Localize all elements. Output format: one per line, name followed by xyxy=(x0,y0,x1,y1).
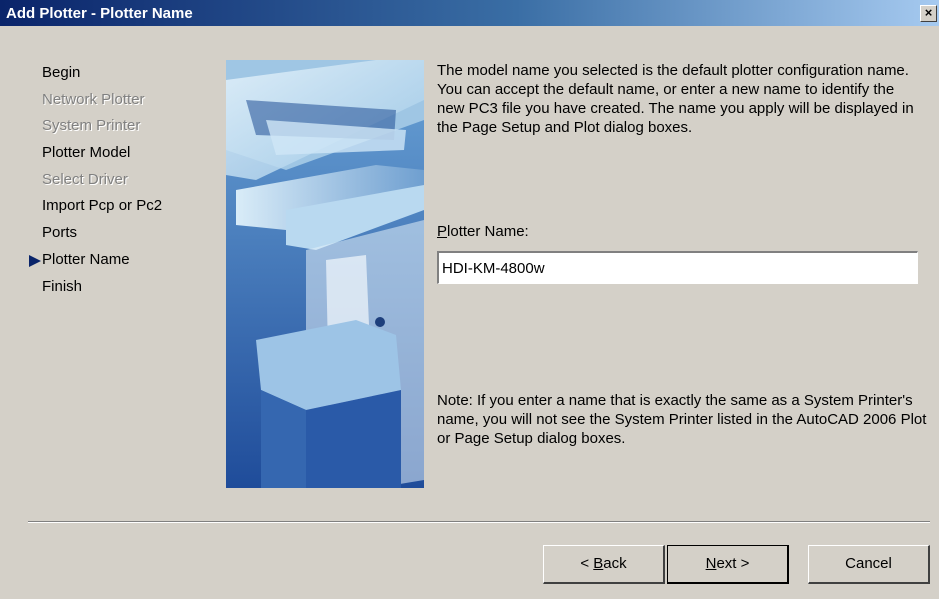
step-label: Plotter Name xyxy=(42,250,130,268)
plotter-illustration xyxy=(226,60,424,488)
back-text: ack xyxy=(603,555,627,572)
step-import-pcp: Import Pcp or Pc2 xyxy=(26,195,162,222)
step-label: Import Pcp or Pc2 xyxy=(42,197,163,215)
step-plotter-model: Plotter Model xyxy=(26,142,162,169)
cancel-button[interactable]: Cancel xyxy=(808,545,930,584)
window-title: Add Plotter - Plotter Name xyxy=(6,5,193,22)
step-label: Ports xyxy=(42,224,78,242)
cancel-text: Cancel xyxy=(845,555,892,572)
step-label: Network Plotter xyxy=(42,90,145,108)
step-begin: Begin xyxy=(26,62,162,89)
step-label: System Printer xyxy=(42,117,141,135)
step-network-plotter: Network Plotter xyxy=(26,89,162,116)
label-text: lotter Name: xyxy=(447,223,529,240)
next-button[interactable]: Next > xyxy=(667,545,789,584)
step-plotter-name-current: Plotter Name xyxy=(26,249,162,276)
label-mnemonic: P xyxy=(437,223,448,240)
description-text: The model name you selected is the defau… xyxy=(437,62,914,136)
step-finish: Finish xyxy=(26,276,162,303)
step-label: Begin xyxy=(42,64,81,81)
back-prefix: < xyxy=(580,555,594,572)
step-system-printer: System Printer xyxy=(26,115,162,142)
close-icon: × xyxy=(924,5,933,20)
step-select-driver: Select Driver xyxy=(26,169,162,196)
step-ports: Ports xyxy=(26,222,162,249)
separator xyxy=(28,521,930,523)
step-label: Select Driver xyxy=(42,170,128,188)
plotter-name-input[interactable] xyxy=(437,251,918,284)
close-button[interactable]: × xyxy=(920,5,937,22)
right-arrow-icon xyxy=(29,254,41,267)
wizard-steps: Begin Network Plotter System Printer Plo… xyxy=(26,62,162,302)
next-mnemonic: N xyxy=(705,555,717,572)
step-label: Finish xyxy=(42,277,83,295)
step-label: Plotter Model xyxy=(42,144,131,162)
title-bar: Add Plotter - Plotter Name × xyxy=(0,0,939,26)
next-text: ext > xyxy=(716,555,750,572)
note-text: Note: If you enter a name that is exactl… xyxy=(437,392,927,447)
back-mnemonic: B xyxy=(593,555,604,572)
plotter-name-label: Plotter Name: xyxy=(437,223,529,240)
back-button[interactable]: < Back xyxy=(543,545,665,584)
